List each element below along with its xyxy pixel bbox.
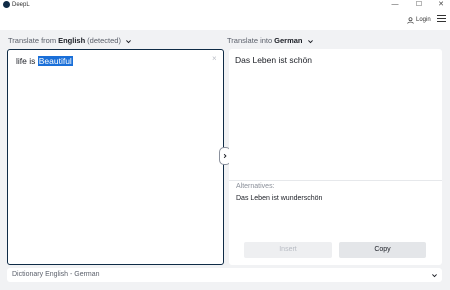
source-text-plain: life is — [16, 56, 38, 66]
chevron-down-icon — [307, 39, 313, 43]
app-header: Login — [0, 10, 450, 30]
alternatives-title: Alternatives: — [236, 183, 275, 190]
source-text[interactable]: life is Beautiful — [16, 56, 73, 66]
source-language-selector[interactable]: Translate from English (detected) — [8, 35, 132, 47]
source-text-selection: Beautiful — [37, 56, 73, 66]
copy-button[interactable]: Copy — [339, 242, 426, 258]
source-language-name: English — [58, 36, 86, 45]
target-language-prefix: Translate into — [227, 36, 273, 45]
source-text-input[interactable]: life is Beautiful × — [7, 49, 224, 265]
chevron-down-icon — [126, 39, 131, 43]
user-icon — [407, 16, 414, 24]
translation-output-panel: Das Leben ist schön Alternatives: Das Le… — [229, 49, 442, 265]
alternative-item[interactable]: Das Leben ist wunderschön — [236, 195, 322, 202]
source-language-prefix: Translate from — [8, 36, 57, 45]
divider — [229, 180, 442, 181]
app-title: DeepL — [12, 2, 30, 8]
target-language-selector[interactable]: Translate into German — [227, 35, 314, 47]
chevron-down-icon — [432, 274, 437, 278]
minimize-button[interactable]: — — [386, 0, 404, 10]
title-bar: DeepL — ☐ ✕ — [0, 0, 450, 10]
translation-text[interactable]: Das Leben ist schön — [235, 55, 312, 65]
insert-button[interactable]: Insert — [244, 242, 332, 258]
dictionary-bar[interactable]: Dictionary English - German — [7, 268, 442, 282]
login-button[interactable]: Login — [407, 14, 431, 26]
hamburger-menu-icon[interactable] — [437, 15, 446, 23]
target-language-name: German — [274, 36, 303, 45]
clear-text-button[interactable]: × — [212, 54, 217, 63]
chevron-right-icon — [223, 153, 227, 159]
deepl-logo-icon — [3, 1, 10, 8]
login-label: Login — [416, 17, 431, 23]
source-language-detected: (detected) — [87, 36, 121, 45]
dictionary-label: Dictionary English - German — [12, 271, 100, 278]
maximize-button[interactable]: ☐ — [410, 0, 428, 10]
close-window-button[interactable]: ✕ — [432, 0, 450, 10]
